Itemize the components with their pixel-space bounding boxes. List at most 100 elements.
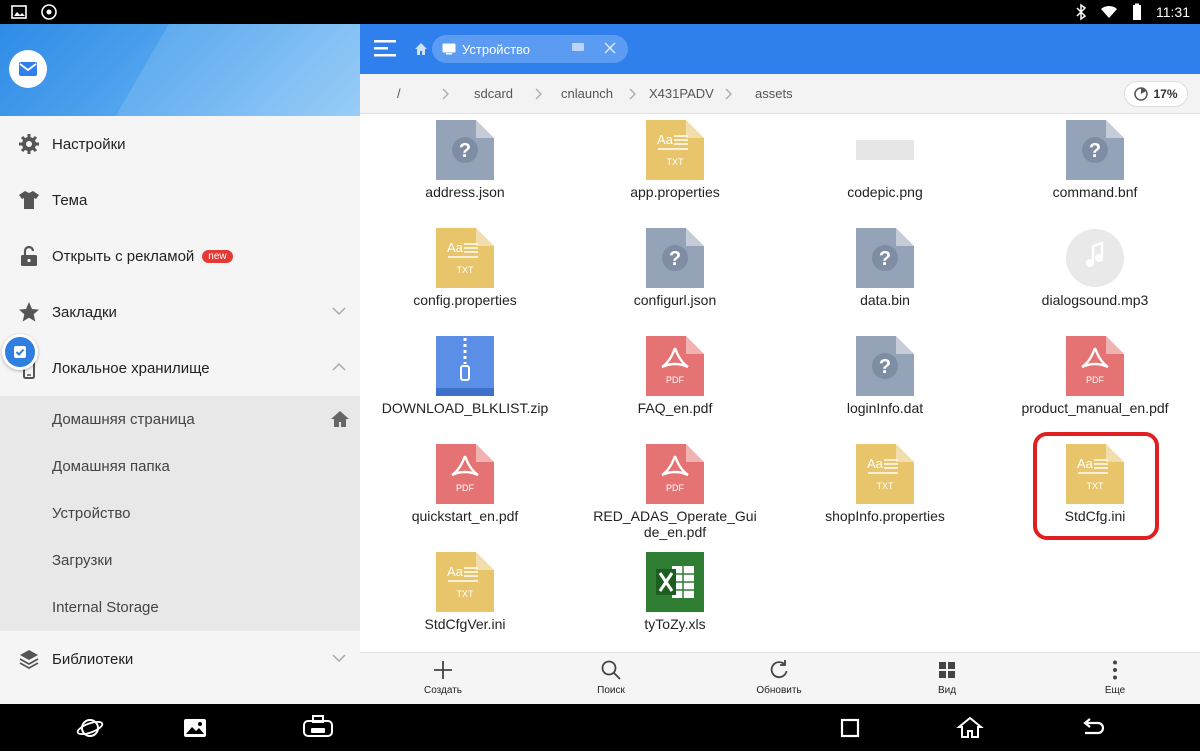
windows-icon[interactable] [572,43,584,53]
sub-item-downloads[interactable]: Загрузки [0,537,360,584]
more-button[interactable]: Еще [1075,659,1155,696]
app-notification-icon [41,4,57,20]
floating-task-button[interactable] [2,334,38,370]
file-item[interactable]: ? configurl.json [570,228,780,308]
layers-icon [19,650,39,670]
clock: 11:31 [1156,4,1190,20]
file-grid: ? address.json Aa TXT app.properties codepic.… [360,114,1200,654]
file-item[interactable]: Aa TXT app.properties [570,120,780,200]
wifi-icon [1101,5,1117,18]
crumb-x431padv[interactable]: X431PADV [649,86,714,101]
file-name: config.properties [413,292,517,308]
txt-file-icon: Aa TXT [856,444,914,504]
drawer-item-settings[interactable]: Настройки [0,116,360,172]
more-vertical-icon [1113,660,1117,680]
drawer-item-libraries[interactable]: Библиотеки [0,631,360,687]
file-item[interactable]: PDF FAQ_en.pdf [570,336,780,416]
drawer-item-label: Библиотеки [52,650,134,668]
svg-text:TXT: TXT [457,589,475,599]
file-item[interactable]: Aa TXT shopInfo.properties [780,444,990,524]
tab-device[interactable]: Устройство [432,35,628,63]
file-name: codepic.png [847,184,923,200]
create-button[interactable]: Создать [403,659,483,696]
search-label: Поиск [597,685,625,696]
bluetooth-icon [1076,3,1087,21]
home-icon[interactable] [414,42,428,56]
audio-file-icon [1066,228,1124,288]
pdf-file-icon: PDF [436,444,494,504]
file-item[interactable]: PDF quickstart_en.pdf [360,444,570,524]
drawer-item-theme[interactable]: Тема [0,172,360,228]
back-icon[interactable] [1078,714,1106,742]
view-button[interactable]: Вид [907,659,987,696]
crumb-root[interactable]: / [397,86,401,101]
gallery-icon[interactable] [181,714,209,742]
view-label: Вид [937,685,957,696]
file-item[interactable]: codepic.png [780,120,990,200]
file-name: data.bin [860,292,910,308]
file-item[interactable]: ? command.bnf [990,120,1200,200]
sub-item-home-folder[interactable]: Домашняя папка [0,443,360,490]
drawer-item-label: Тема [52,191,88,209]
file-item[interactable]: PDF RED_ADAS_Operate_Guide_en.pdf [570,444,780,540]
create-label: Создать [423,685,462,696]
file-item[interactable]: tyToZy.xls [570,552,780,632]
home-nav-icon[interactable] [956,714,984,742]
svg-text:PDF: PDF [666,375,685,385]
menu-icon[interactable] [374,38,396,58]
zip-file-icon [436,336,494,396]
sub-item-internal-storage[interactable]: Internal Storage [0,584,360,631]
file-item[interactable]: ? data.bin [780,228,990,308]
file-item[interactable]: ? loginInfo.dat [780,336,990,416]
pdf-file-icon: PDF [646,336,704,396]
chevron-up-icon[interactable] [332,360,346,374]
file-name: dialogsound.mp3 [1041,292,1149,308]
file-item[interactable]: DOWNLOAD_BLKLIST.zip [360,336,570,416]
sub-item-label: Internal Storage [52,599,159,616]
recent-apps-icon[interactable] [836,714,864,742]
drawer-item-open-with-ads[interactable]: Открыть с рекламой new [0,228,360,284]
svg-text:?: ? [879,248,891,270]
file-item[interactable]: PDF product_manual_en.pdf [990,336,1200,416]
close-icon[interactable] [604,42,616,54]
crumb-sdcard[interactable]: sdcard [474,86,513,101]
file-item[interactable]: Aa TXT config.properties [360,228,570,308]
svg-text:TXT: TXT [457,265,475,275]
home-icon[interactable] [330,409,350,429]
chevron-down-icon[interactable] [332,304,346,318]
gear-icon [19,134,39,154]
svg-text:PDF: PDF [456,483,475,493]
file-name: shopInfo.properties [825,508,945,524]
chevron-down-icon[interactable] [332,651,346,665]
file-item[interactable]: ? address.json [360,120,570,200]
crumb-assets[interactable]: assets [755,86,793,101]
sub-item-home-page[interactable]: Домашняя страница [0,396,360,443]
storage-percent: 17% [1153,87,1178,101]
storage-usage-button[interactable]: 17% [1124,81,1188,107]
crumb-cnlaunch[interactable]: cnlaunch [561,86,613,101]
file-item[interactable]: Aa TXT StdCfgVer.ini [360,552,570,632]
mail-avatar[interactable] [9,50,47,88]
star-icon [19,302,39,322]
pdf-file-icon: PDF [1066,336,1124,396]
svg-text:Aa: Aa [447,240,464,255]
sub-item-device[interactable]: Устройство [0,490,360,537]
drawer-item-local-storage[interactable]: Локальное хранилище [0,340,360,396]
system-nav-bar [0,704,1200,751]
svg-text:PDF: PDF [1086,375,1105,385]
browser-planet-icon[interactable] [76,714,104,742]
gallery-notification-icon [11,5,27,19]
pie-chart-icon [1134,87,1149,101]
drawer-item-label: Открыть с рекламой [52,247,195,265]
unknown-file-icon: ? [646,228,704,288]
file-name: RED_ADAS_Operate_Guide_en.pdf [593,508,757,540]
refresh-button[interactable]: Обновить [739,659,819,696]
vci-icon[interactable] [302,714,334,742]
drawer-item-bookmarks[interactable]: Закладки [0,284,360,340]
file-item[interactable]: dialogsound.mp3 [990,228,1200,308]
unknown-file-icon: ? [856,336,914,396]
svg-text:?: ? [669,248,681,270]
sub-item-label: Домашняя страница [52,411,195,428]
file-name: loginInfo.dat [846,400,924,416]
search-button[interactable]: Поиск [571,659,651,696]
